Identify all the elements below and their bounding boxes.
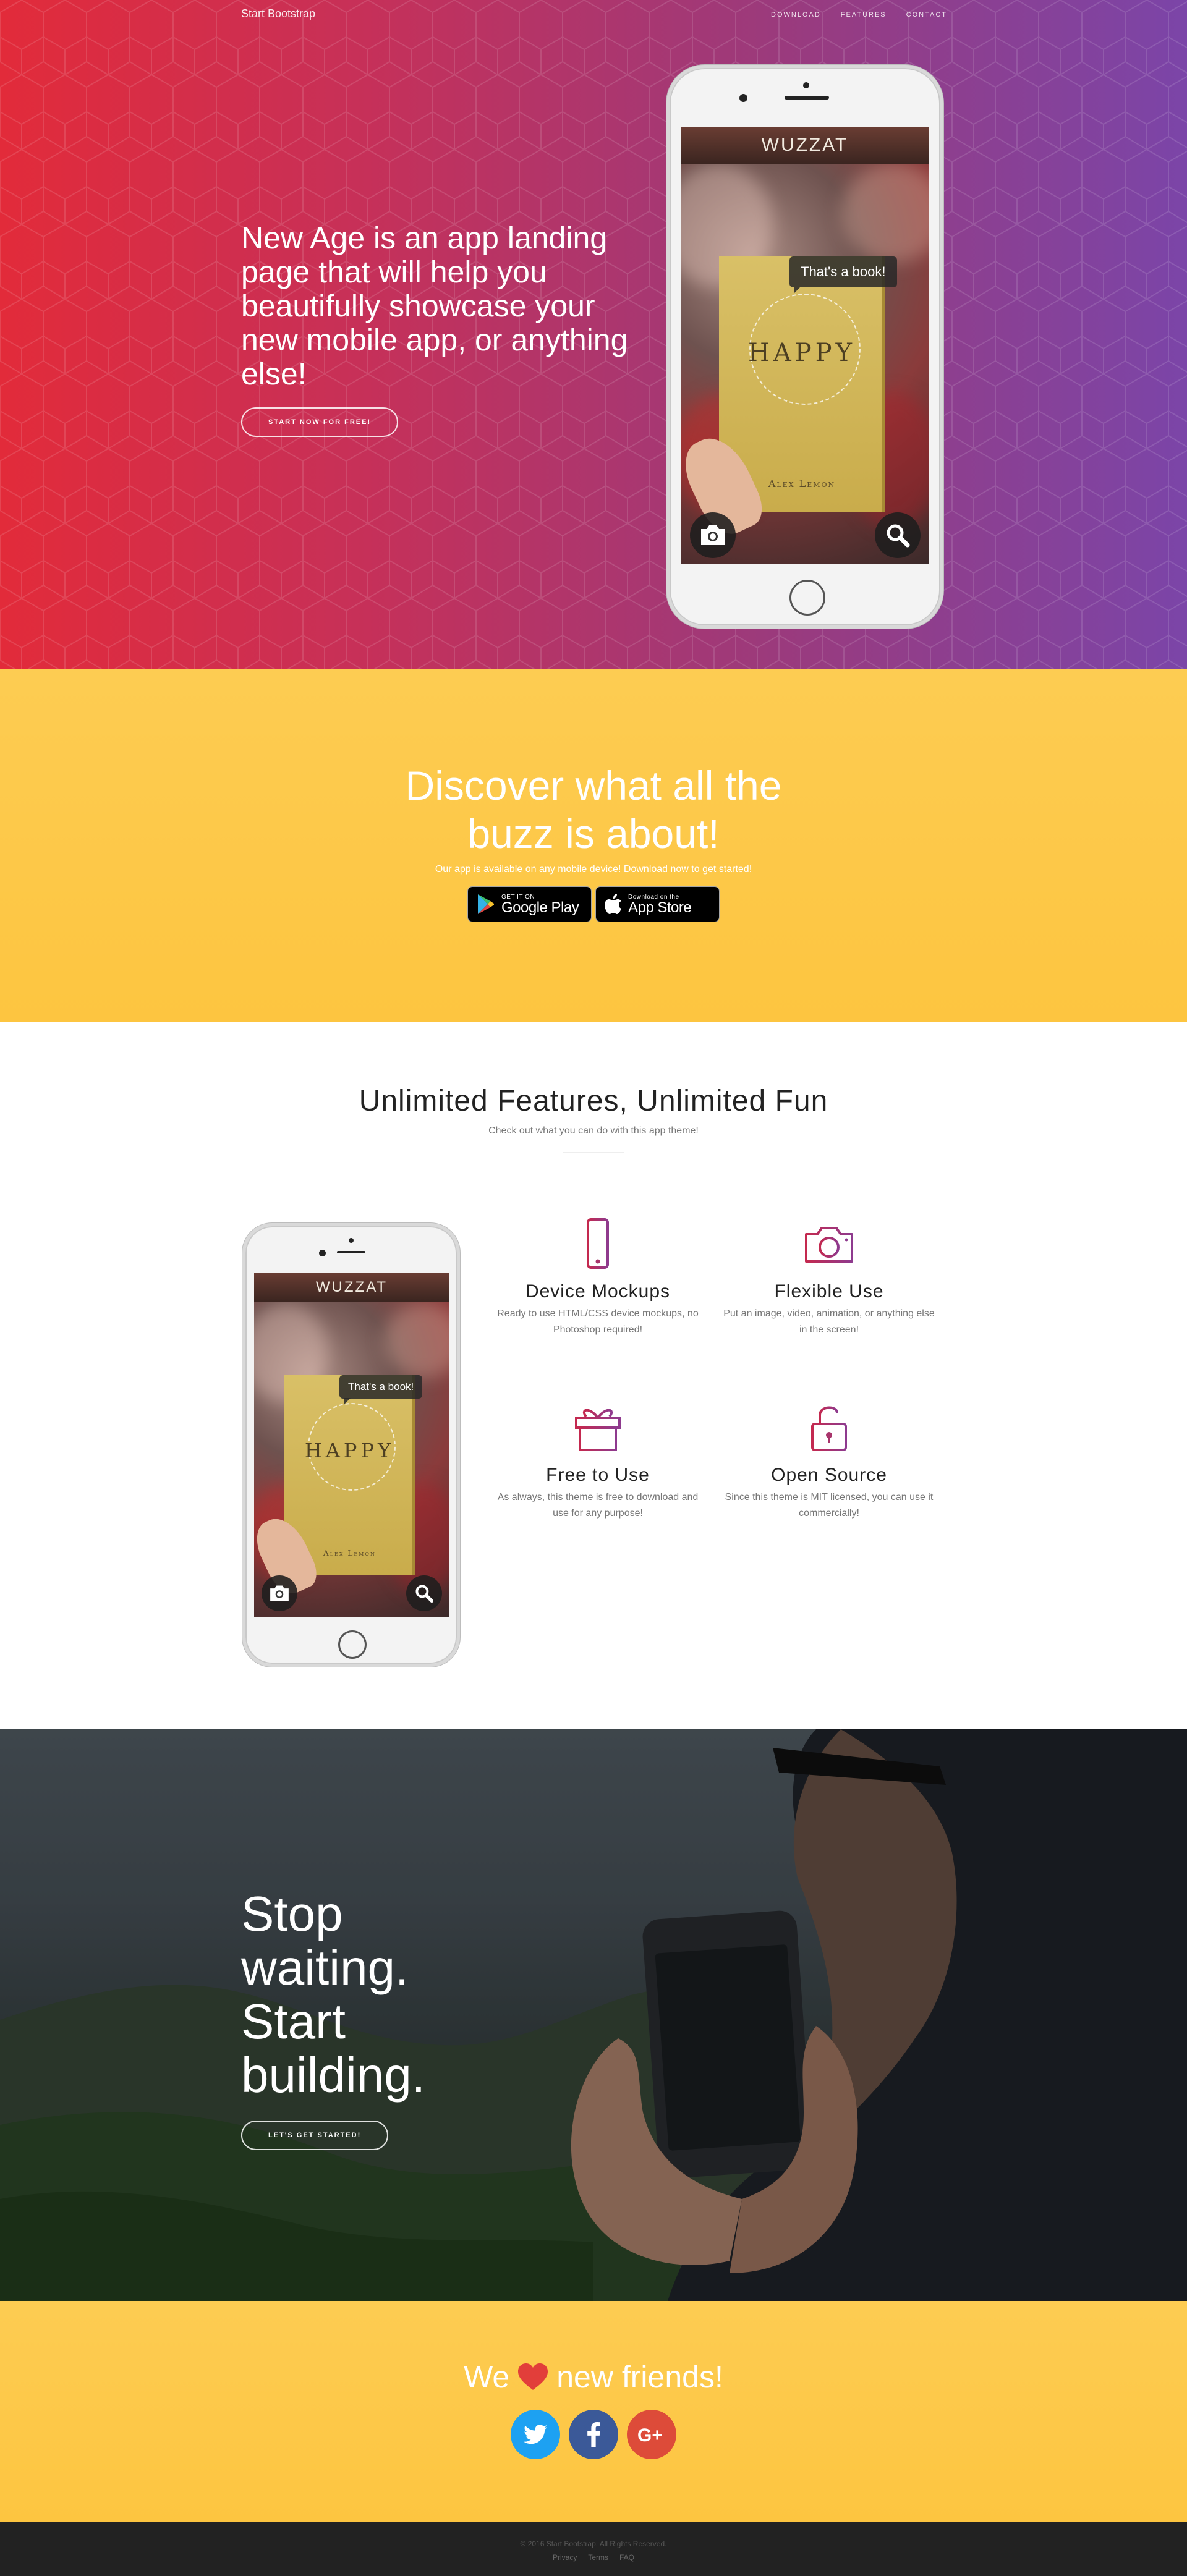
features-section: Unlimited Features, Unlimited Fun Check … — [0, 1022, 1187, 1729]
book-title: HAPPY — [304, 1439, 395, 1462]
footer-link-terms[interactable]: Terms — [588, 2553, 608, 2562]
download-heading-line2: buzz is about! — [467, 811, 720, 857]
cta-line4: building. — [241, 2048, 426, 2103]
nav-link-features[interactable]: Features — [841, 11, 887, 19]
start-now-button[interactable]: Start Now for Free! — [241, 407, 399, 437]
get-started-button[interactable]: Let's Get Started! — [241, 2121, 389, 2150]
twitter-icon[interactable] — [511, 2410, 560, 2459]
feature-title: Free to Use — [546, 1465, 650, 1485]
feature-text: As always, this theme is free to downloa… — [497, 1492, 699, 1519]
phone-sensor — [803, 82, 809, 88]
download-subtext: Our app is available on any mobile devic… — [435, 864, 752, 875]
feature-title: Open Source — [771, 1465, 887, 1485]
apple-icon — [605, 894, 621, 914]
google-play-badge[interactable]: GET IT ON Google Play — [467, 886, 592, 922]
phone-camera — [739, 94, 747, 102]
feature-title: Flexible Use — [774, 1281, 884, 1302]
footer-link-faq[interactable]: FAQ — [619, 2553, 634, 2562]
camera-icon — [805, 1227, 853, 1263]
google-plus-icon[interactable]: G+ — [627, 2410, 676, 2459]
google-play-big: Google Play — [501, 899, 579, 916]
cta-line3: Start — [241, 1994, 346, 2049]
home-button — [789, 580, 825, 616]
search-icon[interactable] — [406, 1575, 442, 1611]
cta-line1: Stop — [241, 1886, 343, 1941]
camera-icon[interactable] — [262, 1575, 297, 1611]
contact-heading-before: We — [464, 2360, 510, 2394]
footer-link-privacy[interactable]: Privacy — [553, 2553, 577, 2562]
google-play-icon — [478, 894, 494, 914]
social-links: G+ — [0, 2410, 1187, 2459]
contact-section: We new friends! G+ — [0, 2301, 1187, 2522]
svg-text:G+: G+ — [637, 2425, 663, 2444]
download-section: Discover what all the buzz is about! Our… — [0, 669, 1187, 1022]
speech-bubble: That's a book! — [789, 256, 897, 293]
phone-mockup: WUZZAT HAPPY Alex Lemon That's a book! — [666, 65, 943, 629]
main-nav: Start Bootstrap Download Features Contac… — [0, 0, 1187, 31]
nav-link-contact[interactable]: Contact — [906, 11, 947, 19]
cta-heading: Stop waiting. Start building. — [241, 1887, 425, 2102]
home-button — [338, 1630, 367, 1659]
search-icon[interactable] — [875, 512, 921, 558]
contact-heading-after: new friends! — [556, 2360, 723, 2394]
contact-heading: We new friends! — [0, 2359, 1187, 2395]
phone-speaker — [337, 1251, 365, 1253]
feature-free-to-use: Free to Use As always, this theme is fre… — [490, 1400, 706, 1522]
divider — [563, 1152, 624, 1153]
facebook-icon[interactable] — [569, 2410, 618, 2459]
footer: © 2016 Start Bootstrap. All Rights Reser… — [0, 2522, 1187, 2576]
cta-section: Stop waiting. Start building. Let's Get … — [0, 1729, 1187, 2301]
feature-title: Device Mockups — [525, 1281, 671, 1302]
unlock-icon — [811, 1406, 847, 1451]
app-store-badge[interactable]: Download on the App Store — [595, 886, 720, 922]
cta-line2: waiting. — [241, 1940, 409, 1995]
phone-icon — [587, 1218, 609, 1269]
gift-icon — [575, 1409, 621, 1451]
hero-heading: New Age is an app landing page that will… — [241, 221, 628, 391]
features-subheading: Check out what you can do with this app … — [488, 1125, 699, 1136]
feature-flexible-use: Flexible Use Put an image, video, animat… — [721, 1217, 937, 1338]
feature-text: Put an image, video, animation, or anyth… — [723, 1308, 935, 1335]
brand-link[interactable]: Start Bootstrap — [241, 7, 315, 20]
phone-screen: WUZZAT HAPPY Alex Lemon That's a book! — [681, 127, 929, 564]
nav-links: Download Features Contact — [771, 11, 947, 19]
features-phone-mockup: WUZZAT HAPPY Alex Lemon That's a book! — [242, 1223, 460, 1667]
download-heading-line1: Discover what all the — [405, 763, 782, 808]
feature-device-mockups: Device Mockups Ready to use HTML/CSS dev… — [490, 1217, 706, 1338]
feature-open-source: Open Source Since this theme is MIT lice… — [721, 1400, 937, 1522]
nav-link-download[interactable]: Download — [771, 11, 821, 19]
download-heading: Discover what all the buzz is about! — [0, 761, 1187, 858]
cta-text: Stop waiting. Start building. Let's Get … — [241, 1887, 425, 2150]
app-store-big: App Store — [628, 899, 692, 916]
feature-text: Since this theme is MIT licensed, you ca… — [725, 1492, 934, 1519]
phone-camera — [319, 1250, 326, 1256]
app-title: WUZZAT — [254, 1273, 449, 1302]
store-badges: GET IT ON Google Play Download on the Ap… — [0, 886, 1187, 922]
background-photo — [0, 1729, 1187, 2301]
speech-bubble: That's a book! — [339, 1375, 423, 1404]
footer-links: Privacy Terms FAQ — [0, 2552, 1187, 2563]
phone-sensor — [349, 1238, 354, 1243]
app-title: WUZZAT — [681, 127, 929, 164]
camera-icon[interactable] — [690, 512, 736, 558]
features-heading: Unlimited Features, Unlimited Fun — [359, 1085, 828, 1117]
phone-screen: WUZZAT HAPPY Alex Lemon That's a book! — [254, 1273, 449, 1617]
hero-section: New Age is an app landing page that will… — [0, 0, 1187, 669]
book-title: HAPPY — [747, 339, 856, 367]
copyright-text: © 2016 Start Bootstrap. All Rights Reser… — [520, 2540, 667, 2548]
heart-icon — [518, 2363, 548, 2390]
hero-text: New Age is an app landing page that will… — [241, 221, 643, 437]
feature-text: Ready to use HTML/CSS device mockups, no… — [497, 1308, 699, 1335]
phone-speaker — [785, 96, 829, 100]
